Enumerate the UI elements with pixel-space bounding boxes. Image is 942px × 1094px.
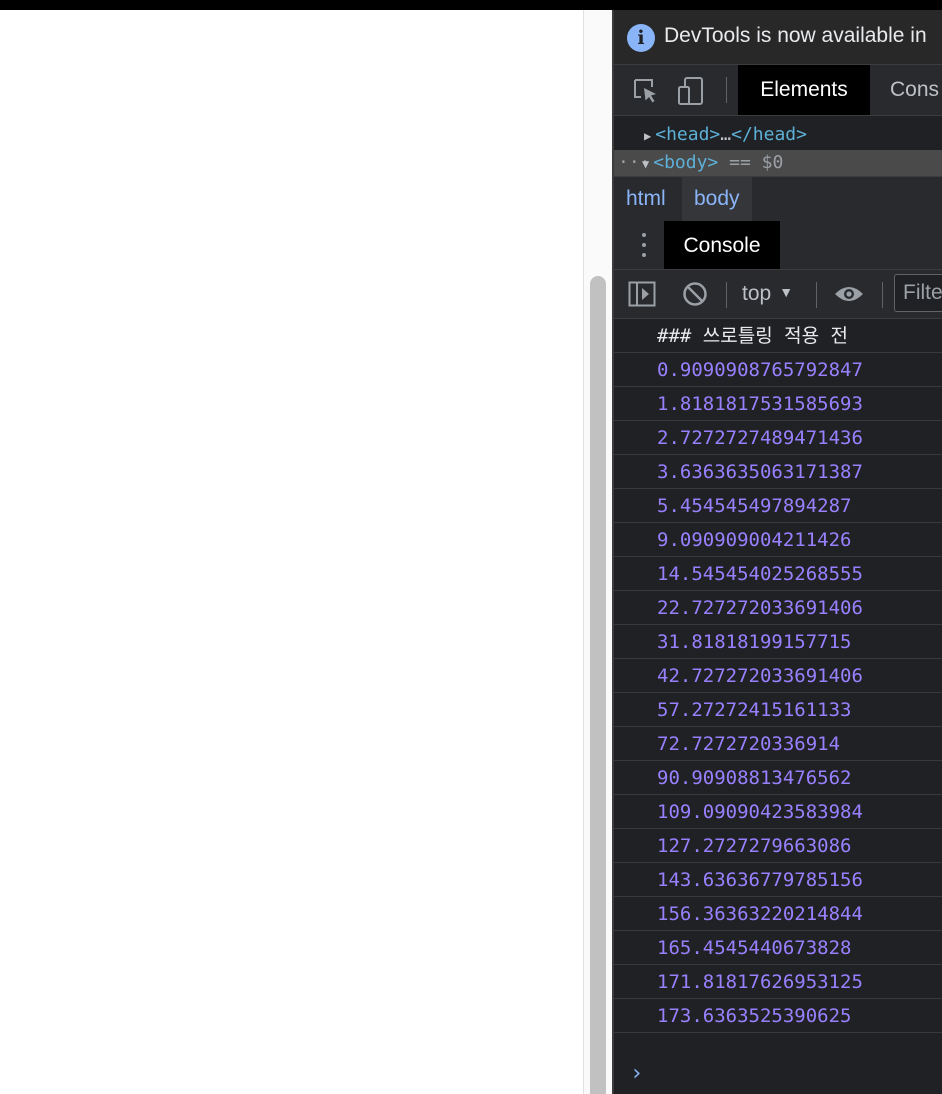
page-scrollbar-thumb[interactable] — [590, 276, 606, 1094]
clear-console-icon[interactable] — [682, 281, 708, 312]
console-log-number: 42.727272033691406 — [614, 659, 942, 693]
filter-placeholder: Filte — [903, 281, 942, 304]
console-log-number: 1.8181817531585693 — [614, 387, 942, 421]
console-output: ### 쓰로틀링 적용 전 0.9090908765792847 1.8181817… — [614, 319, 942, 1033]
console-log-number: 2.7272727489471436 — [614, 421, 942, 455]
device-toolbar-icon[interactable] — [676, 76, 706, 111]
console-log-number: 57.27272415161133 — [614, 693, 942, 727]
dropdown-arrow-icon: ▼ — [779, 284, 794, 300]
console-log-number: 171.81817626953125 — [614, 965, 942, 999]
console-prompt-chevron-icon[interactable]: › — [630, 1061, 643, 1086]
toolbar-separator — [726, 282, 727, 308]
console-filter-input[interactable]: Filte — [894, 274, 942, 312]
console-toolbar: top ▼ Filte — [614, 270, 942, 319]
console-log-number: 156.36363220214844 — [614, 897, 942, 931]
tab-elements[interactable]: Elements — [738, 65, 870, 115]
console-log-number: 72.7272720336914 — [614, 727, 942, 761]
console-log-message: ### 쓰로틀링 적용 전 — [614, 319, 942, 353]
info-bar-text: DevTools is now available in — [664, 24, 927, 47]
drawer-tabs: Console — [614, 221, 942, 270]
console-log-number: 31.81818199157715 — [614, 625, 942, 659]
dom-node-body[interactable]: ···▼ <body> == $0 — [614, 150, 942, 176]
devtools-main-tabs: Elements Cons — [614, 65, 942, 116]
console-log-number: 22.727272033691406 — [614, 591, 942, 625]
live-expression-eye-icon[interactable] — [834, 283, 864, 310]
browser-top-bar — [0, 0, 942, 10]
context-selector[interactable]: top ▼ — [742, 270, 793, 318]
console-log-number: 9.090909004211426 — [614, 523, 942, 557]
breadcrumb: html body — [614, 176, 942, 222]
info-icon: i — [627, 24, 655, 52]
toolbar-separator — [726, 77, 727, 103]
console-log-number: 14.545454025268555 — [614, 557, 942, 591]
inspect-element-icon[interactable] — [632, 77, 660, 110]
context-selector-label: top — [742, 282, 772, 305]
collapse-arrow-icon[interactable]: ▼ — [642, 151, 649, 177]
more-tools-kebab-icon[interactable] — [642, 233, 646, 257]
toolbar-separator — [882, 282, 883, 308]
dom-node-head[interactable]: ▶ <head>…</head> — [614, 122, 942, 148]
tab-console[interactable]: Cons — [890, 65, 939, 115]
console-log-number: 5.454545497894287 — [614, 489, 942, 523]
elements-dom-tree: ▶ <head>…</head> ···▼ <body> == $0 — [614, 116, 942, 176]
console-log-number: 127.2727279663086 — [614, 829, 942, 863]
console-log-number: 143.63636779785156 — [614, 863, 942, 897]
console-log-number: 3.6363635063171387 — [614, 455, 942, 489]
console-log-number: 109.09090423583984 — [614, 795, 942, 829]
devtools-info-bar: i DevTools is now available in — [614, 10, 942, 65]
console-log-number: 0.9090908765792847 — [614, 353, 942, 387]
sidebar-toggle-icon[interactable] — [628, 281, 656, 312]
toolbar-separator — [816, 282, 817, 308]
devtools-panel: i DevTools is now available in Elements … — [612, 10, 942, 1094]
breadcrumb-body[interactable]: body — [682, 177, 752, 221]
drawer-tab-console[interactable]: Console — [664, 221, 780, 269]
console-log-number: 90.90908813476562 — [614, 761, 942, 795]
console-log-number: 173.6363525390625 — [614, 999, 942, 1033]
console-log-number: 165.4545440673828 — [614, 931, 942, 965]
expand-arrow-icon[interactable]: ▶ — [644, 123, 651, 149]
breadcrumb-html[interactable]: html — [614, 177, 678, 221]
web-page-viewport — [0, 10, 583, 1094]
